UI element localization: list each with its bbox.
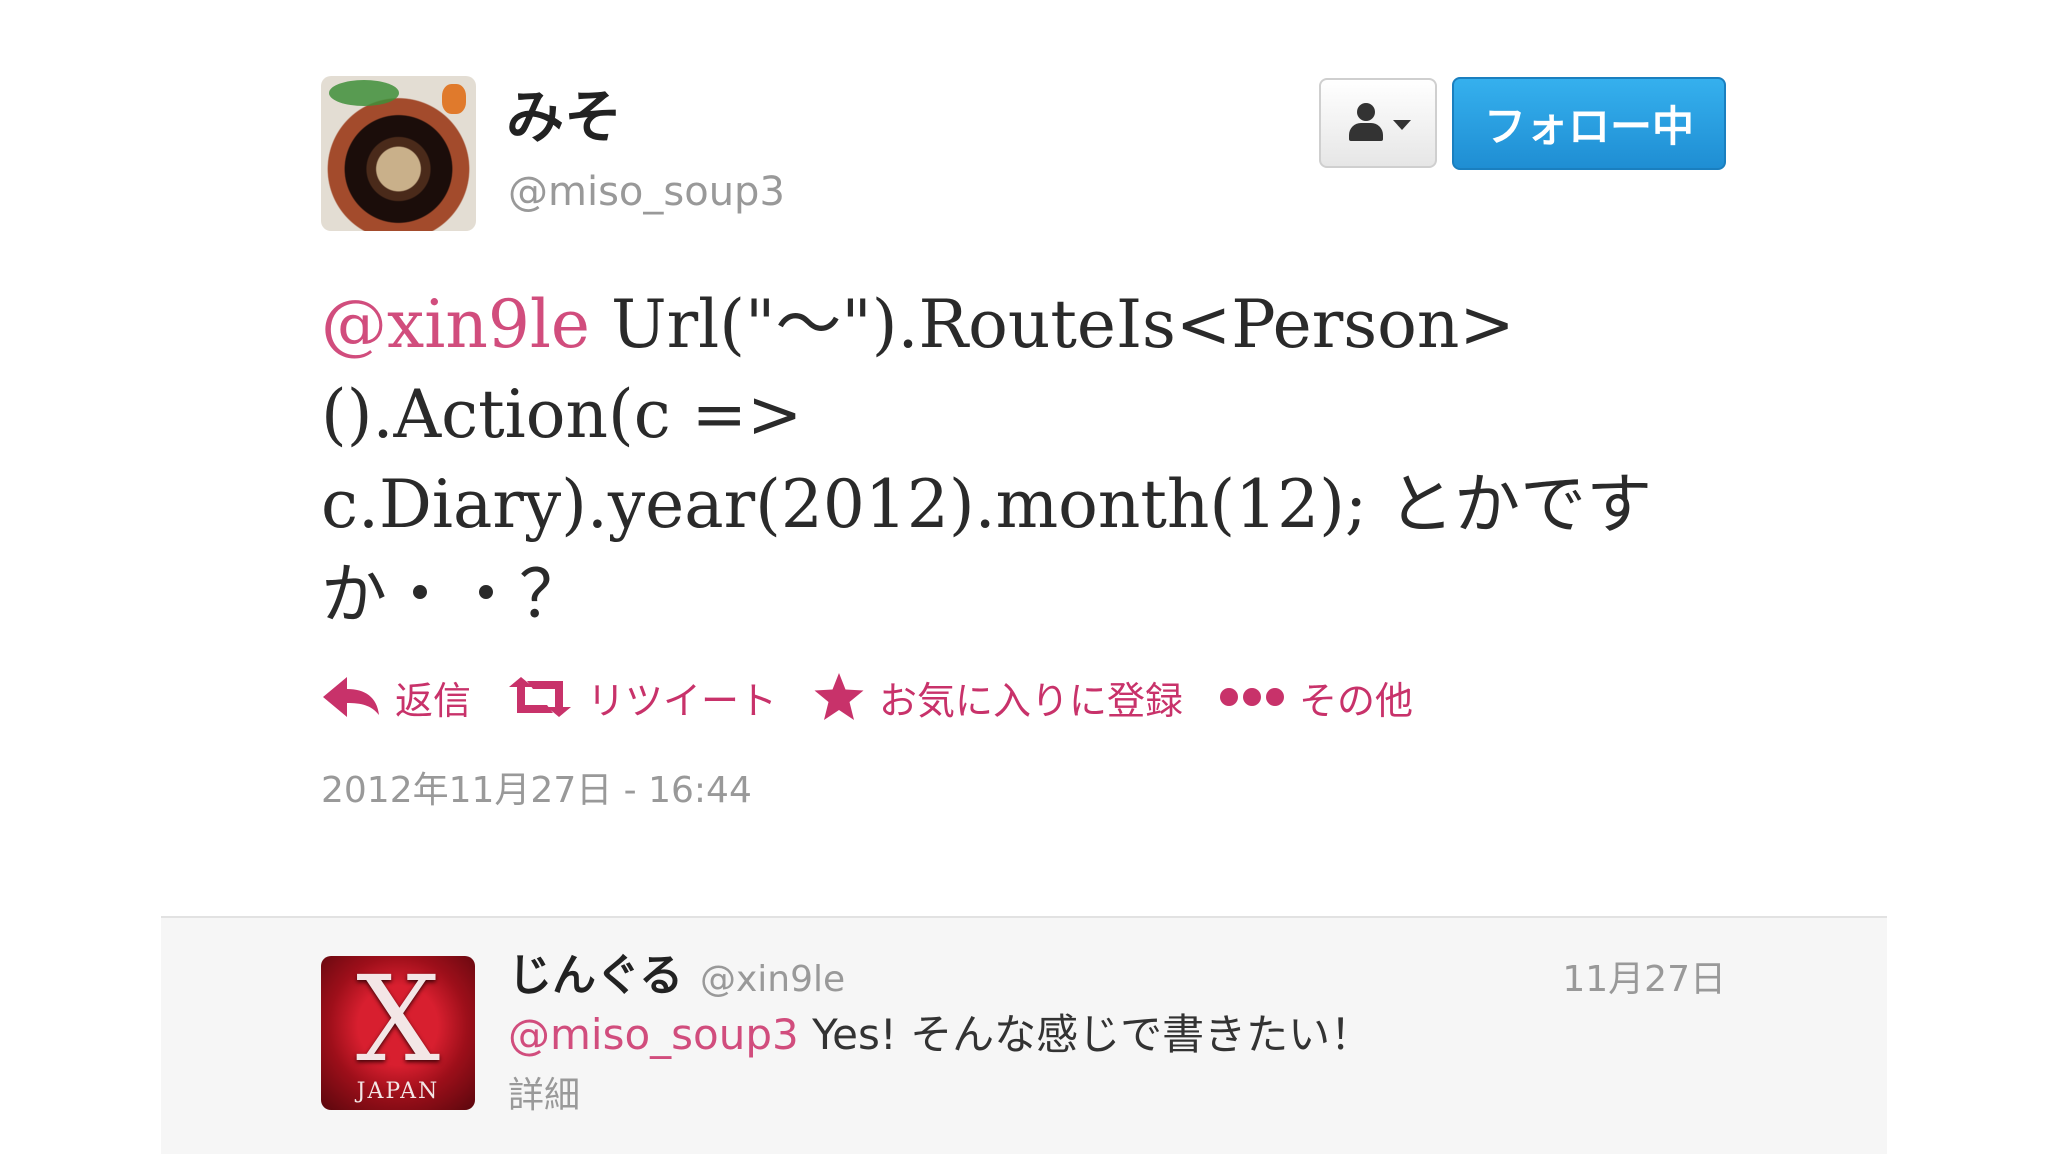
tweet-actions: 返信 リツイート お気に入りに登録 その他	[321, 665, 1449, 729]
more-label: その他	[1299, 678, 1414, 723]
reply-text-segment: Yes! そんな感じで書きたい！	[798, 1010, 1373, 1059]
tweet-text-line: ().Action(c =>	[321, 376, 803, 453]
retweet-icon	[509, 677, 572, 717]
author-screen-name[interactable]: @miso_soup3	[508, 172, 785, 212]
author-display-name[interactable]: みそ	[506, 88, 622, 146]
reply-date[interactable]: 11月27日	[1562, 962, 1726, 998]
mention-link[interactable]: @xin9le	[321, 286, 590, 363]
following-button[interactable]: フォロー中	[1452, 77, 1726, 170]
tweet-text-line: c.Diary).year(2012).month(12); とかです	[321, 466, 1653, 543]
avatar-logo-letter: X	[355, 956, 440, 1088]
tweet-permalink: みそ @miso_soup3 フォロー中 @xin9le Url("～").Ro…	[0, 0, 2048, 1154]
reply-label: 返信	[395, 678, 472, 723]
favorite-action[interactable]: お気に入りに登録	[813, 670, 1183, 725]
more-dots-icon	[1220, 688, 1285, 706]
avatar-logo-text: JAPAN	[356, 1079, 440, 1104]
tweet-text-line: か・・？	[321, 556, 585, 633]
reply-author-avatar[interactable]: X JAPAN	[321, 956, 475, 1110]
reply-author-display-name[interactable]: じんぐる	[508, 954, 683, 998]
retweet-label: リツイート	[587, 678, 778, 723]
favorite-label: お気に入りに登録	[879, 678, 1184, 723]
avatar-image-detail	[329, 80, 399, 106]
reply-icon	[323, 677, 379, 717]
tweet-text-segment: Url("～").RouteIs<Person>	[590, 286, 1515, 363]
tweet-text: @xin9le Url("～").RouteIs<Person> ().Acti…	[321, 280, 1653, 640]
retweet-action[interactable]: リツイート	[507, 670, 777, 725]
reply-action[interactable]: 返信	[321, 670, 471, 725]
user-dropdown-icon	[1345, 103, 1387, 143]
reply-author-screen-name[interactable]: @xin9le	[700, 962, 845, 998]
user-actions-dropdown-button[interactable]	[1319, 78, 1437, 168]
avatar-image-detail	[442, 84, 466, 114]
chevron-down-icon	[1393, 120, 1411, 130]
tweet-text-line: @xin9le Url("～").RouteIs<Person>	[321, 280, 1611, 370]
reply-details-link[interactable]: 詳細	[508, 1078, 580, 1114]
author-avatar[interactable]	[321, 76, 476, 231]
tweet-timestamp[interactable]: 2012年11月27日 - 16:44	[321, 773, 752, 809]
favorite-star-icon	[814, 673, 864, 720]
reply-text: @miso_soup3 Yes! そんな感じで書きたい！	[508, 1014, 1372, 1056]
mention-link[interactable]: @miso_soup3	[508, 1010, 799, 1059]
more-action[interactable]: その他	[1219, 670, 1413, 725]
